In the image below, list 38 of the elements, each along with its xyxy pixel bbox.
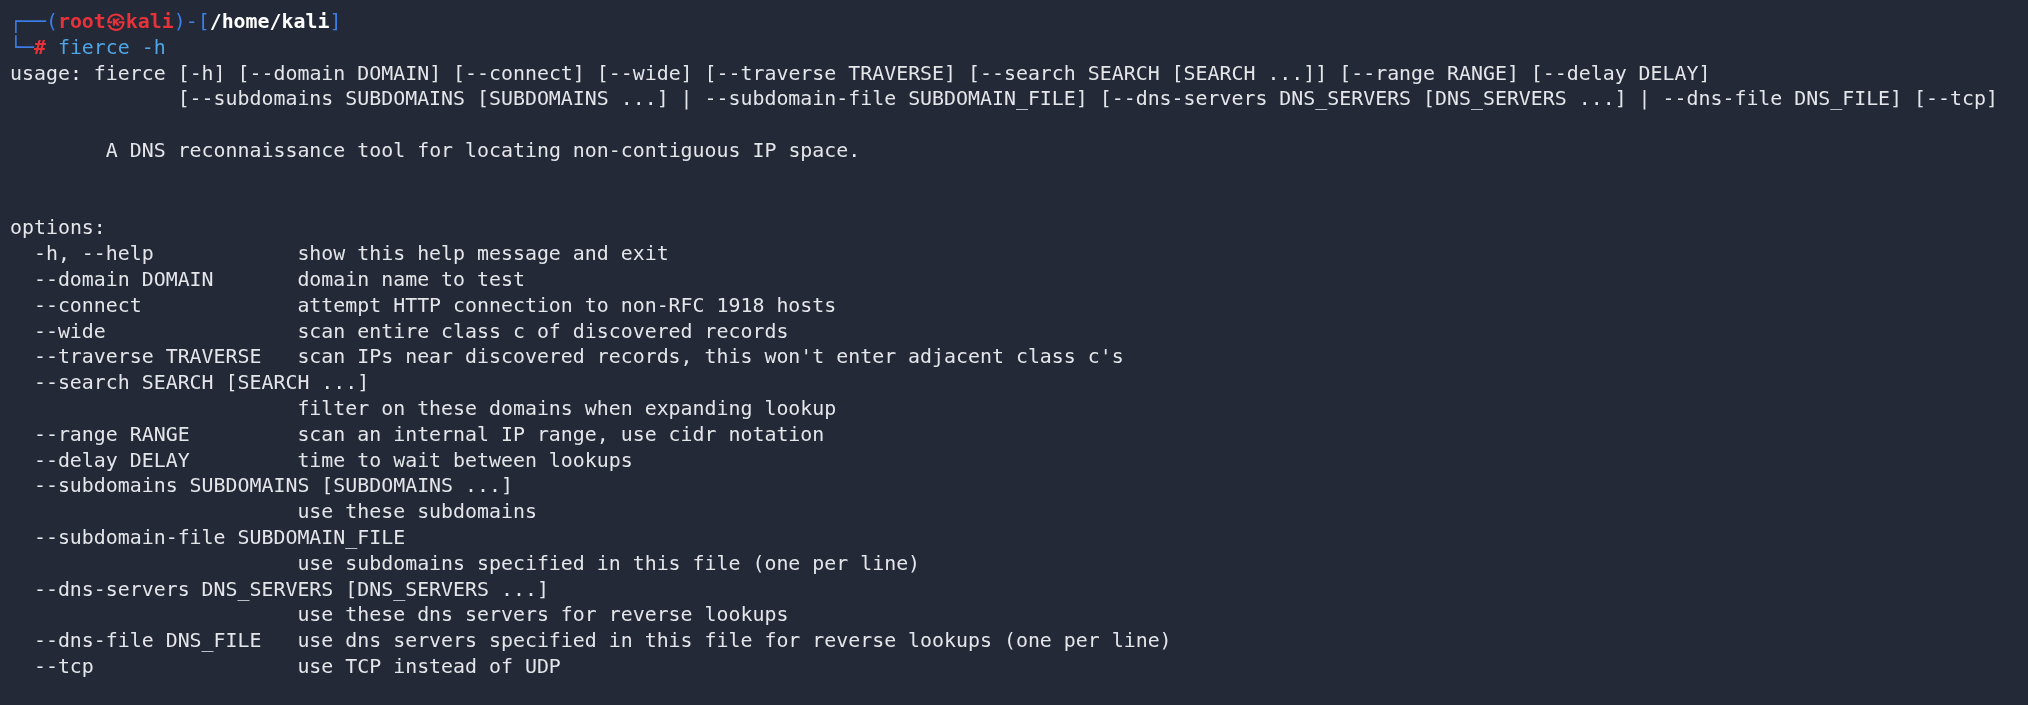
option-name: --traverse TRAVERSE [33,345,262,369]
option-help: scan entire class c of discovered records [297,318,789,345]
option-help: use subdomains specified in this file (one per line) [297,551,921,575]
option-help: scan an internal IP range, use cidr notation [297,421,825,448]
option-help: show this help message and exit [297,241,669,267]
option-name: --range RANGE [33,422,190,446]
usage-line: usage: fierce [-h] [--domain DOMAIN] [--connect] [--wide] [--traverse TRAVERSE] [--search SEARCH [SEARCH ...]] [--range RANGE] [--delay DELAY] [10,61,1711,85]
prompt-frame: ┌──( [10,10,58,33]
option-name: --wide [33,319,106,343]
option-name: --connect [33,293,142,317]
prompt-frame: └─ [10,35,34,59]
options-heading: options: [10,216,106,240]
prompt-frame: ] [329,10,342,33]
command-text: fierce -h [57,35,166,59]
option-help: scan IPs near discovered records, this won't enter adjacent class c's [297,344,1124,371]
option-name: --delay DELAY [33,448,190,472]
option-help: domain name to test [297,266,525,293]
prompt-user-host: root㉿kali [57,10,174,33]
option-name: --tcp [33,654,94,678]
prompt-path: /home/kali [209,10,330,33]
option-help: attempt HTTP connection to non-RFC 1918 hosts [297,292,837,319]
prompt-symbol: # [33,35,46,59]
option-name: --subdomains SUBDOMAINS [SUBDOMAINS ...] [33,474,513,498]
option-help: use these dns servers for reverse lookups [297,603,789,627]
option-name: --domain DOMAIN [33,267,214,291]
option-name: --search SEARCH [SEARCH ...] [33,371,370,395]
option-name: --dns-servers DNS_SERVERS [DNS_SERVERS ...] [33,577,549,601]
option-help: use TCP instead of UDP [297,653,561,680]
option-help: use these subdomains [297,500,537,524]
option-help: filter on these domains when expanding lookup [297,396,837,420]
option-name: -h, --help [33,242,154,266]
prompt-separator: )-[ [173,10,210,33]
usage-line: [--subdomains SUBDOMAINS [SUBDOMAINS ...] | --subdomain-file SUBDOMAIN_FILE] [--dns-servers DNS_SERVERS [DNS_SERVERS ...] | --dns-file DNS_FILE] [--tcp] [176,87,1998,111]
option-name: --subdomain-file SUBDOMAIN_FILE [33,525,406,549]
description-text: A DNS reconnaissance tool for locating non-contiguous IP space. [104,139,861,162]
option-name: --dns-file DNS_FILE [33,629,262,653]
option-help: time to wait between lookups [297,447,633,474]
option-help: use dns servers specified in this file for reverse lookups (one per line) [297,628,1172,654]
